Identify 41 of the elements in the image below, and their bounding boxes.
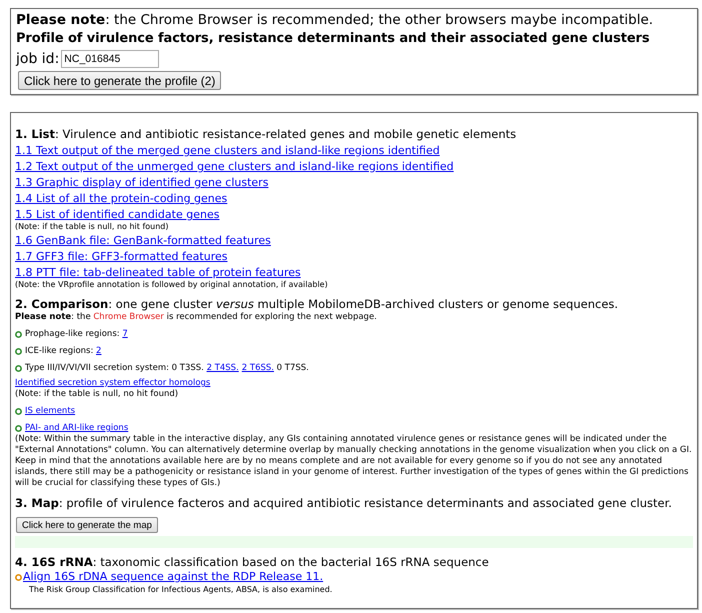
section-heading: 3. Map: profile of virulence facteros and acquired antibiotic resistance determinants and associated gene cluster. xyxy=(15,496,673,511)
bullet-icon xyxy=(15,365,22,372)
result-link[interactable]: 1.2 Text output of the unmerged gene clusters and island-like regions identified xyxy=(15,160,454,174)
result-link[interactable]: 2 T6SS. xyxy=(242,363,274,373)
result-link[interactable]: PAI- and ARI-like regions xyxy=(25,423,128,433)
result-link[interactable]: 1.5 List of identified candidate genes xyxy=(15,208,220,222)
result-link[interactable]: IS elements xyxy=(25,406,76,416)
job-id-field[interactable]: NC_016845 xyxy=(61,50,160,68)
bullet-text: Prophage-like regions: 7 xyxy=(25,329,128,340)
bullet-text: ICE-like regions: 2 xyxy=(25,346,102,357)
note-text: The Risk Group Classification for Infectious Agents, ABSA, is also examined. xyxy=(28,584,334,595)
page-title: Profile of virulence factors, resistance determinants and their associated gene clusters xyxy=(16,30,651,48)
note-text: (Note: if the table is null, no hit found) xyxy=(15,389,180,400)
section-heading: 1. List: Virulence and antibiotic resistance-related genes and mobile genetic elements xyxy=(15,127,518,142)
result-link[interactable]: 1.6 GenBank file: GenBank-formatted features xyxy=(15,234,271,248)
bullet-icon xyxy=(15,408,22,415)
result-link[interactable]: 7 xyxy=(122,329,128,339)
job-id-label: job id: xyxy=(16,50,60,66)
result-link[interactable]: 1.1 Text output of the merged gene clusters and island-like regions identified xyxy=(15,144,440,158)
bullet-text: Type III/IV/VI/VII secretion system: 0 T3SS. 2 T4SS. 2 T6SS. 0 T7SS. xyxy=(25,363,309,374)
result-link[interactable]: 1.8 PTT file: tab-delineated table of protein features xyxy=(15,266,301,280)
note-text: (Note: if the table is null, no hit found) xyxy=(15,222,170,232)
note-text: (Note: the VRprofile annotation is followed by original annotation, if available) xyxy=(15,280,329,290)
rdp-link[interactable]: Align 16S rDNA sequence against the RDP Release 11. xyxy=(23,570,324,584)
browser-notice: Please note: the Chrome Browser is recommended for exploring the next webpage. xyxy=(15,312,378,323)
section-heading: 2. Comparison: one gene cluster versus multiple MobilomeDB-archived clusters or genome sequences. xyxy=(15,297,620,312)
bullet-icon xyxy=(15,574,22,580)
result-link[interactable]: 1.3 Graphic display of identified gene clusters xyxy=(15,176,268,190)
generate-profile-button[interactable]: Click here to generate the profile (2) xyxy=(18,71,222,90)
section-heading: 4. 16S rRNA: taxonomic classification based on the bacterial 16S rRNA sequence xyxy=(15,555,490,570)
result-link[interactable]: 2 T4SS. xyxy=(206,363,239,373)
result-link[interactable]: 1.4 List of all the protein-coding genes xyxy=(15,192,228,206)
generate-map-button[interactable]: Click here to generate the map xyxy=(16,517,158,533)
result-link[interactable]: Identified secretion system effector homologs xyxy=(15,378,210,389)
result-link[interactable]: 2 xyxy=(96,346,102,356)
result-link[interactable]: 1.7 GFF3 file: GFF3-formatted features xyxy=(15,250,228,264)
bullet-icon xyxy=(15,425,22,432)
bullet-icon xyxy=(15,348,22,355)
browser-notice: Please note: the Chrome Browser is recommended; the other browsers maybe incompatible. xyxy=(16,11,654,29)
bullet-icon xyxy=(15,331,22,338)
note-text: (Note: Within the summary table in the interactive display, any GIs containing annotated virulence genes or resistance genes will be indicated under the "External Annotations" column. You can alternatively determine overlap by manually checking annotations in the genome visualization when you click on a GI. Keep in mind that the annotations available here are by no means complete and are not available for every genome so if you do not see any annotated islands, there still may be a pathogenicity or resistance island in your genome of interest. Further investigation of the types of genes within the GI predictions will be crucial for classifying these types of GIs.) xyxy=(15,434,693,489)
